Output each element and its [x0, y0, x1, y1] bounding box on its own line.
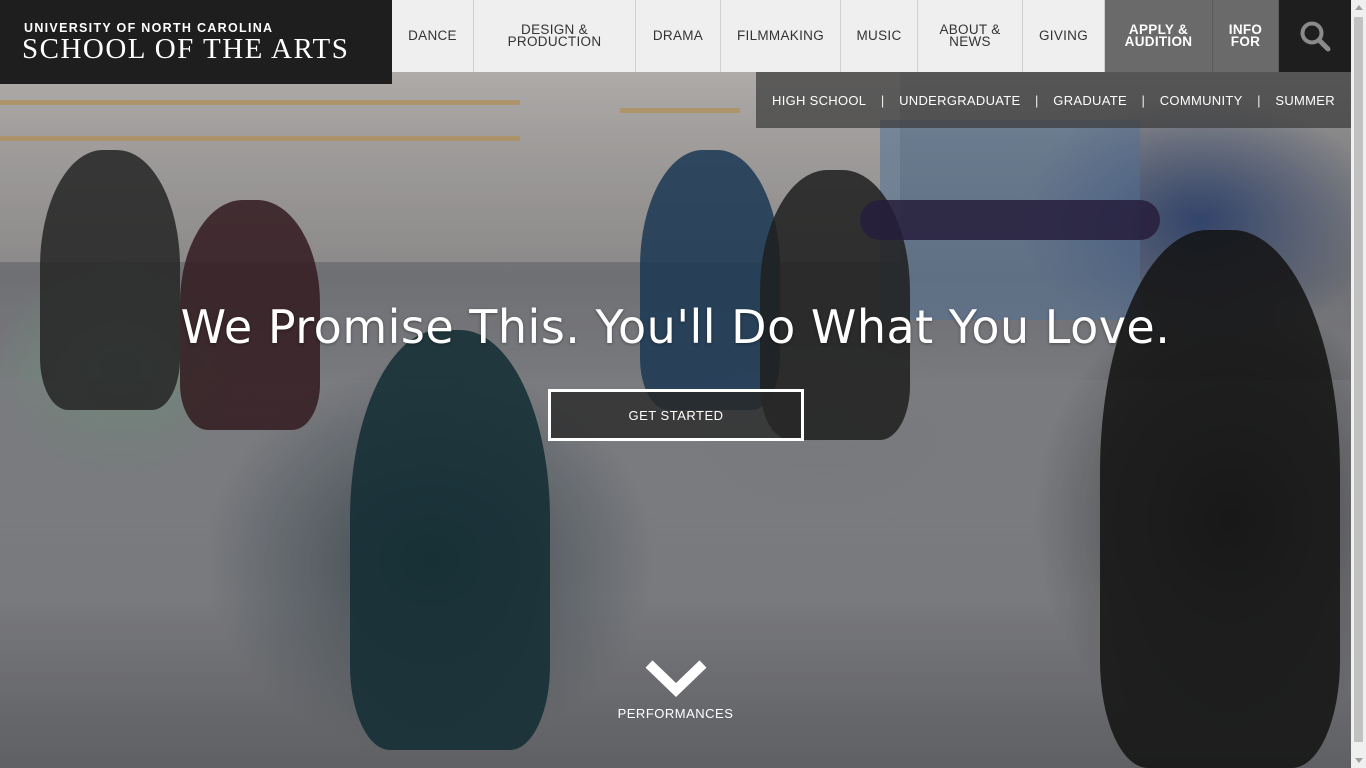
subnav-item-community[interactable]: COMMUNITY: [1160, 93, 1243, 108]
scroll-down-arrow-icon[interactable]: [1355, 758, 1363, 763]
nav-item-design-production[interactable]: DESIGN & PRODUCTION: [474, 0, 636, 72]
subnav-divider: |: [1141, 92, 1146, 108]
nav-item-label: INFO FOR: [1228, 22, 1263, 49]
main-nav: DANCE DESIGN & PRODUCTION DRAMA FILMMAKI…: [392, 0, 1279, 72]
nav-item-giving[interactable]: GIVING: [1023, 0, 1105, 72]
nav-item-label: ABOUT & NEWS: [939, 22, 1001, 49]
nav-item-dance[interactable]: DANCE: [392, 0, 474, 72]
site-logo[interactable]: UNIVERSITY OF NORTH CAROLINA SCHOOL OF T…: [0, 0, 392, 84]
nav-item-filmmaking[interactable]: FILMMAKING: [721, 0, 841, 72]
page-scrollbar[interactable]: [1351, 0, 1366, 768]
search-button[interactable]: [1279, 0, 1351, 72]
search-icon: [1300, 21, 1331, 52]
subnav-item-undergraduate[interactable]: UNDERGRADUATE: [899, 93, 1020, 108]
performances-scroll-link[interactable]: PERFORMANCES: [0, 706, 1351, 721]
chevron-down-icon[interactable]: [643, 658, 709, 700]
audience-subnav: HIGH SCHOOL | UNDERGRADUATE | GRADUATE |…: [756, 72, 1351, 128]
nav-item-apply-audition[interactable]: APPLY & AUDITION: [1105, 0, 1213, 72]
subnav-divider: |: [1035, 92, 1039, 108]
hero-headline: We Promise This. You'll Do What You Love…: [180, 300, 1171, 354]
subnav-item-summer[interactable]: SUMMER: [1275, 93, 1335, 108]
nav-item-drama[interactable]: DRAMA: [636, 0, 721, 72]
nav-item-label: APPLY & AUDITION: [1124, 22, 1193, 49]
scrollbar-thumb[interactable]: [1354, 17, 1363, 742]
scroll-up-arrow-icon[interactable]: [1355, 5, 1363, 10]
get-started-button[interactable]: GET STARTED: [548, 389, 804, 441]
nav-item-about-news[interactable]: ABOUT & NEWS: [918, 0, 1023, 72]
subnav-item-graduate[interactable]: GRADUATE: [1053, 93, 1127, 108]
subnav-divider: |: [1257, 92, 1261, 108]
subnav-divider: |: [880, 92, 885, 108]
nav-item-label: DESIGN & PRODUCTION: [507, 22, 602, 49]
logo-school-text: SCHOOL OF THE ARTS: [22, 33, 350, 65]
subnav-item-high-school[interactable]: HIGH SCHOOL: [772, 93, 866, 108]
nav-item-music[interactable]: MUSIC: [841, 0, 918, 72]
nav-item-info-for[interactable]: INFO FOR: [1213, 0, 1279, 72]
